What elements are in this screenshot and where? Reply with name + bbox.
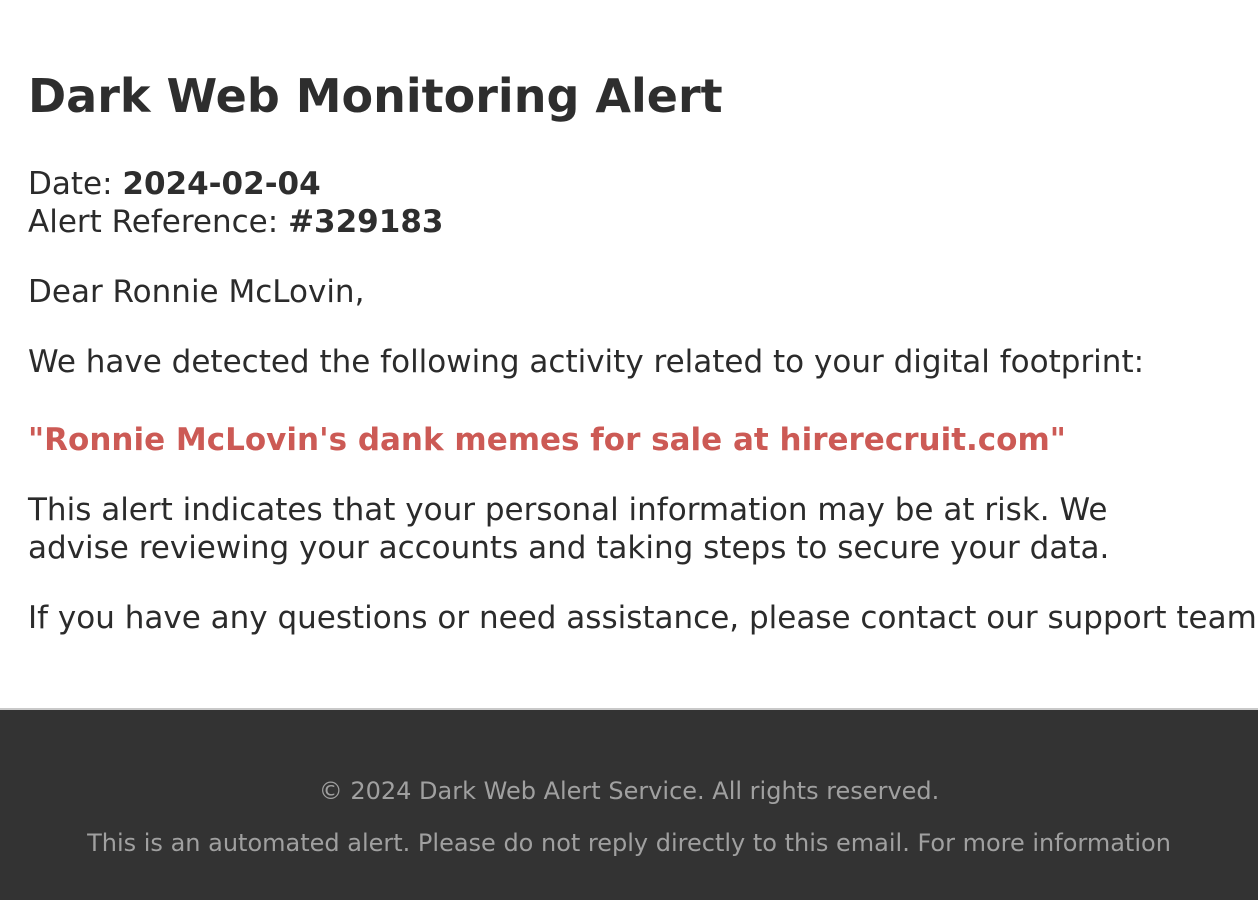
reference-line: Alert Reference: #329183 (28, 203, 443, 241)
date-line: Date: 2024-02-04 (28, 165, 321, 203)
footer-disclaimer: This is an automated alert. Please do no… (87, 829, 1171, 857)
date-label: Date: (28, 166, 123, 202)
detected-activity: "Ronnie McLovin's dank memes for sale at… (28, 422, 1066, 458)
reference-label: Alert Reference: (28, 204, 289, 240)
greeting: Dear Ronnie McLovin, (28, 274, 365, 310)
date-value: 2024-02-04 (122, 166, 321, 202)
risk-notice: This alert indicates that your personal … (28, 492, 1110, 566)
page-title: Dark Web Monitoring Alert (28, 69, 723, 123)
footer: © 2024 Dark Web Alert Service. All right… (0, 708, 1258, 900)
support-notice: If you have any questions or need assist… (28, 600, 1258, 636)
reference-value: #329183 (288, 204, 444, 240)
intro-text: We have detected the following activity … (28, 344, 1145, 380)
footer-copyright: © 2024 Dark Web Alert Service. All right… (318, 777, 940, 805)
